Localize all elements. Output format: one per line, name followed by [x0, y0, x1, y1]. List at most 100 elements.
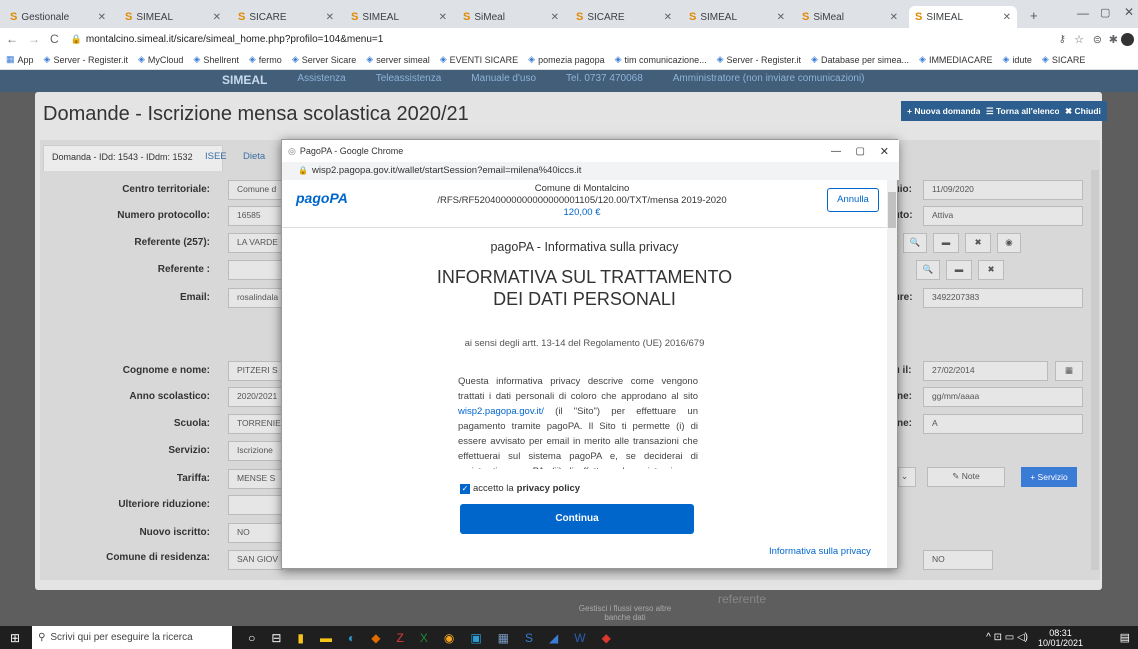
dialog-minimize-button[interactable]: —: [831, 146, 841, 157]
card-icon[interactable]: ▬: [933, 233, 959, 253]
cortana-icon[interactable]: ○: [248, 631, 255, 645]
excel-icon[interactable]: X: [420, 631, 428, 645]
close-tab-icon[interactable]: ✕: [664, 12, 672, 23]
tariffa-dropdown[interactable]: ⌄: [898, 467, 916, 487]
browser-tab[interactable]: S SiMeal ✕: [457, 6, 565, 28]
checkbox-checked-icon[interactable]: ✓: [460, 483, 470, 494]
taskbar-clock[interactable]: 08:31 10/01/2021: [1038, 628, 1083, 648]
continue-button[interactable]: Continua: [460, 504, 694, 534]
minimize-button[interactable]: —: [1077, 6, 1089, 20]
field-input[interactable]: 11/09/2020: [923, 180, 1083, 200]
field-input[interactable]: [228, 495, 283, 515]
nav-admin[interactable]: Amministratore (non inviare comunicazion…: [673, 73, 865, 87]
back-arrow-icon[interactable]: ←: [6, 32, 18, 46]
clear-icon[interactable]: ✖: [965, 233, 991, 253]
new-tab-button[interactable]: +: [1030, 8, 1038, 23]
field-input[interactable]: 2020/2021: [228, 387, 283, 407]
field-input[interactable]: gg/mm/aaaa: [923, 387, 1083, 407]
address-bar[interactable]: montalcino.simeal.it/sicare/simeal_home.…: [86, 34, 383, 45]
card-icon[interactable]: ▬: [946, 260, 972, 280]
bookmark-item[interactable]: ◈ IMMEDIACARE: [919, 54, 992, 65]
forward-arrow-icon[interactable]: →: [28, 32, 40, 46]
taskbar-search[interactable]: ⚲ Scrivi qui per eseguire la ricerca: [32, 626, 233, 649]
browser-tab[interactable]: S SIMEAL ✕: [683, 6, 791, 28]
bookmark-item[interactable]: ◈ tim comunicazione...: [615, 54, 707, 65]
notification-icon[interactable]: ▤: [1120, 631, 1130, 644]
bookmark-item[interactable]: ◈ Server Sicare: [292, 54, 356, 65]
extension-icon[interactable]: ⊜: [1093, 33, 1102, 46]
field-input[interactable]: Iscrizione: [228, 441, 283, 461]
bookmark-item[interactable]: ◈ Server - Register.it: [717, 54, 801, 65]
tab-dieta[interactable]: Dieta: [243, 151, 265, 162]
close-tab-icon[interactable]: ✕: [213, 12, 221, 23]
bookmark-item[interactable]: ◈ fermo: [249, 54, 282, 65]
bookmark-item[interactable]: ◈ Server - Register.it: [44, 54, 128, 65]
field-input[interactable]: 16585: [228, 206, 283, 226]
privacy-paragraph[interactable]: Questa informativa privacy descrive come…: [458, 374, 698, 469]
bookmark-item[interactable]: ◈ Shellrent: [193, 54, 238, 65]
browser-tab[interactable]: S SIMEAL ✕: [909, 6, 1017, 28]
field-input[interactable]: TORRENIE: [228, 414, 283, 434]
close-tab-icon[interactable]: ✕: [98, 12, 106, 23]
tab-domanda[interactable]: Domanda - IDd: 1543 - IDdm: 1532: [43, 145, 223, 171]
windows-start-icon[interactable]: ⊞: [10, 631, 20, 645]
bookmark-item[interactable]: ◈ server simeal: [366, 54, 429, 65]
dialog-close-button[interactable]: ✕: [880, 145, 889, 158]
close-window-button[interactable]: ✕: [1124, 5, 1134, 19]
dialog-scrollbar[interactable]: [887, 180, 897, 568]
bookmark-item[interactable]: ◈ pomezia pagopa: [528, 54, 604, 65]
bookmark-item[interactable]: ◈ EVENTI SICARE: [440, 54, 518, 65]
reload-icon[interactable]: C: [50, 32, 59, 46]
bookmark-item[interactable]: ◈ MyCloud: [138, 54, 183, 65]
field-input[interactable]: Comune d: [228, 180, 283, 200]
puzzle-icon[interactable]: ✱: [1109, 33, 1118, 46]
chrome-icon[interactable]: ◉: [444, 631, 454, 645]
app-icon[interactable]: ◢: [549, 631, 558, 645]
close-tab-icon[interactable]: ✕: [777, 12, 785, 23]
field-input[interactable]: NO: [228, 523, 283, 543]
browser-tab[interactable]: S SIMEAL ✕: [345, 6, 453, 28]
field-input[interactable]: 27/02/2014: [923, 361, 1048, 381]
search-icon[interactable]: 🔍: [916, 260, 940, 280]
avatar[interactable]: [1121, 32, 1134, 46]
explorer-icon[interactable]: ▬: [320, 631, 332, 645]
field-input[interactable]: MENSE S: [228, 469, 283, 489]
field-input[interactable]: LA VARDE: [228, 233, 283, 253]
close-tab-icon[interactable]: ✕: [326, 12, 334, 23]
tab-isee[interactable]: ISEE: [205, 151, 227, 162]
clear-icon[interactable]: ✖: [978, 260, 1004, 280]
field-input[interactable]: [228, 260, 283, 280]
privacy-policy-link[interactable]: privacy policy: [517, 483, 580, 494]
browser-tab[interactable]: S SiMeal ✕: [796, 6, 904, 28]
outlook-icon[interactable]: ▣: [470, 631, 481, 645]
close-tab-icon[interactable]: ✕: [890, 12, 898, 23]
browser-tab[interactable]: S Gestionale ✕: [4, 6, 112, 28]
close-button[interactable]: ✖ Chiudi: [1059, 101, 1107, 121]
maximize-button[interactable]: ▢: [1100, 6, 1110, 19]
app-icon[interactable]: ▮: [297, 631, 304, 645]
app-icon[interactable]: ◆: [371, 631, 380, 645]
field-input[interactable]: SAN GIOV: [228, 550, 283, 570]
footer-referente[interactable]: referente: [718, 592, 766, 606]
star-icon[interactable]: ☆: [1074, 33, 1084, 46]
nav-teleassistenza[interactable]: Teleassistenza: [376, 73, 442, 87]
bookmark-item[interactable]: ◈ idute: [1002, 54, 1031, 65]
bookmark-item[interactable]: ◈ Database per simea...: [811, 54, 909, 65]
browser-tab[interactable]: S SIMEAL ✕: [119, 6, 227, 28]
nav-manuale[interactable]: Manuale d'uso: [471, 73, 536, 87]
back-to-list-button[interactable]: ☰ Torna all'elenco: [980, 101, 1066, 121]
browser-tab[interactable]: S SICARE ✕: [232, 6, 340, 28]
add-service-button[interactable]: + Servizio: [1021, 467, 1077, 487]
tray-icons[interactable]: ^ ⊡ ▭ ◁): [986, 632, 1028, 643]
app-icon[interactable]: ◆: [602, 631, 611, 645]
calendar-icon[interactable]: ▦: [1055, 361, 1083, 381]
privacy-footer-link[interactable]: Informativa sulla privacy: [769, 546, 871, 557]
word-icon[interactable]: W: [574, 631, 585, 645]
dialog-maximize-button[interactable]: ▢: [856, 146, 865, 157]
nav-assistenza[interactable]: Assistenza: [297, 73, 345, 87]
search-icon[interactable]: 🔍: [903, 233, 927, 253]
edge-icon[interactable]: ◐: [348, 631, 355, 645]
cancel-button[interactable]: Annulla: [827, 188, 879, 212]
brand-logo[interactable]: SIMEAL: [222, 73, 267, 87]
footer-flussi[interactable]: Gestisci i flussi verso altre banche dati: [575, 604, 675, 622]
